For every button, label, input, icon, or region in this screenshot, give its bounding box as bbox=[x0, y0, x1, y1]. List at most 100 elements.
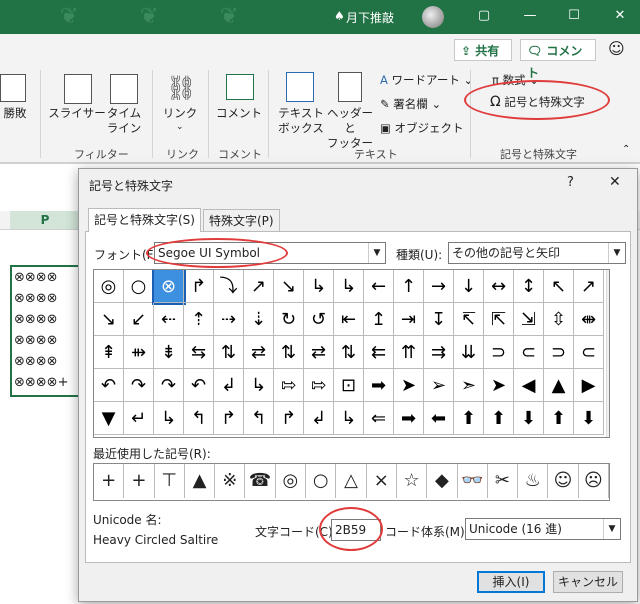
symbol-cell[interactable]: ⇅ bbox=[274, 336, 304, 369]
symbol-cell[interactable]: ⇤ bbox=[334, 303, 364, 336]
symbol-cell[interactable]: ➤ bbox=[394, 369, 424, 402]
symbol-cell[interactable]: ↰ bbox=[184, 402, 214, 435]
recent-symbol-cell[interactable]: ▲ bbox=[185, 464, 216, 498]
scrollbar-thumb[interactable] bbox=[609, 332, 610, 350]
recent-symbol-cell[interactable]: ○ bbox=[306, 464, 337, 498]
recent-symbol-cell[interactable]: ☎ bbox=[245, 464, 276, 498]
symbol-cell[interactable]: ➣ bbox=[454, 369, 484, 402]
symbol-cell[interactable]: ⇱ bbox=[484, 303, 514, 336]
recent-symbols[interactable]: + + ⊤ ▲ ※ ☎ ◎ ○ △ × ☆ ◆ 👓 ✂ ♨ ☺ ☹ bbox=[93, 463, 610, 501]
symbol-cell[interactable]: ⇇ bbox=[364, 336, 394, 369]
symbol-cell[interactable]: ↻ bbox=[274, 303, 304, 336]
symbol-cell[interactable]: ⇅ bbox=[214, 336, 244, 369]
symbol-cell[interactable]: ○ bbox=[124, 270, 154, 303]
cell-column-p[interactable]: ⊗⊗⊗⊗ ⊗⊗⊗⊗ ⊗⊗⊗⊗ ⊗⊗⊗⊗ ⊗⊗⊗⊗ ⊗⊗⊗⊗+ bbox=[14, 267, 68, 393]
collapse-ribbon-icon[interactable]: ⌃ bbox=[622, 144, 630, 155]
timeline-button[interactable]: タイム ライン bbox=[104, 106, 144, 136]
symbol-cell[interactable]: ↸ bbox=[454, 303, 484, 336]
symbol-cell[interactable]: ↳ bbox=[244, 369, 274, 402]
symbol-cell[interactable]: ↶ bbox=[184, 369, 214, 402]
symbol-cell[interactable]: ⇆ bbox=[184, 336, 214, 369]
comments-button[interactable]: 🗨 コメント bbox=[520, 39, 596, 80]
equation-button[interactable]: π 数式 ⌄ bbox=[492, 72, 539, 88]
column-header-p[interactable]: P bbox=[10, 211, 80, 229]
symbol-cell[interactable]: ↲ bbox=[214, 369, 244, 402]
cancel-button[interactable]: キャンセル bbox=[553, 571, 623, 593]
recent-symbol-cell[interactable]: ☹ bbox=[579, 464, 609, 498]
symbol-cell[interactable]: ↷ bbox=[124, 369, 154, 402]
symbol-cell[interactable]: ⇄ bbox=[304, 336, 334, 369]
avatar[interactable] bbox=[422, 6, 444, 28]
symbol-cell[interactable]: ⇥ bbox=[394, 303, 424, 336]
symbol-cell[interactable]: ⊂ bbox=[574, 336, 604, 369]
symbol-cell[interactable]: ⇰ bbox=[274, 369, 304, 402]
symbol-cell[interactable]: ⬆ bbox=[454, 402, 484, 435]
signature-line-button[interactable]: ✎ 署名欄 ⌄ bbox=[380, 96, 441, 112]
symbol-cell[interactable]: ↙ bbox=[124, 303, 154, 336]
symbol-cell[interactable]: ↑ bbox=[394, 270, 424, 303]
symbol-cell[interactable]: ⤵ bbox=[214, 270, 244, 303]
symbol-cell[interactable]: ↘ bbox=[274, 270, 304, 303]
symbol-cell[interactable]: ⇞ bbox=[94, 336, 124, 369]
object-button[interactable]: ▣ オブジェクト bbox=[380, 120, 464, 136]
symbol-grid[interactable]: ◎ ○ ⊗ ↱ ⤵ ↗ ↘ ↳ ↳ ← ↑ → ↓ ↔ ↕ ↖ ↗ ↘ ↙ ⇠ ⇡ ⇢ ⇣ ↻ ↺ ⇤ ↥ ⇥ ↧ ↸ ⇱ ⇲ ⇳ ⇼ ⇞ ⇻ ⇟ ⇆ ⇅ ⇄… bbox=[93, 269, 610, 438]
recent-symbol-cell[interactable]: ☆ bbox=[397, 464, 428, 498]
symbol-cell[interactable]: ↥ bbox=[364, 303, 394, 336]
dialog-close-button[interactable]: ✕ bbox=[609, 174, 621, 190]
recent-symbol-cell[interactable]: ⊤ bbox=[155, 464, 185, 498]
close-window-button[interactable]: ✕ bbox=[610, 6, 630, 26]
tab-special-characters[interactable]: 特殊文字(P) bbox=[203, 209, 280, 232]
recent-symbol-cell[interactable]: ◎ bbox=[276, 464, 307, 498]
symbol-cell[interactable]: ➤ bbox=[484, 369, 514, 402]
symbol-cell[interactable]: ▲ bbox=[544, 369, 574, 402]
symbol-cell[interactable]: ⇢ bbox=[214, 303, 244, 336]
header-footer-button[interactable]: ヘッダーと フッター bbox=[324, 106, 376, 151]
charcode-input[interactable]: 2B59 bbox=[331, 519, 381, 541]
symbol-cell[interactable]: ▶ bbox=[574, 369, 604, 402]
symbol-cell[interactable]: ⇡ bbox=[184, 303, 214, 336]
symbol-cell[interactable]: ⇼ bbox=[574, 303, 604, 336]
symbol-cell[interactable]: ⇟ bbox=[154, 336, 184, 369]
minimize-button[interactable]: — bbox=[520, 6, 540, 26]
sparkline-winloss-button[interactable]: 勝敗 bbox=[0, 106, 30, 121]
symbol-cell[interactable]: ➡ bbox=[394, 402, 424, 435]
symbol-cell[interactable]: ⇐ bbox=[364, 402, 394, 435]
symbol-cell[interactable]: ⬇ bbox=[514, 402, 544, 435]
symbol-button[interactable]: Ω 記号と特殊文字 bbox=[490, 94, 585, 110]
symbol-cell[interactable]: ⬅ bbox=[424, 402, 454, 435]
recent-symbol-cell[interactable]: ◆ bbox=[427, 464, 458, 498]
slicer-button[interactable]: スライサー bbox=[48, 106, 106, 121]
recent-symbol-cell[interactable]: × bbox=[367, 464, 397, 498]
symbol-cell[interactable]: ↕ bbox=[514, 270, 544, 303]
code-system-select[interactable]: Unicode (16 進) ▼ bbox=[465, 518, 621, 540]
recent-symbol-cell[interactable]: ※ bbox=[215, 464, 246, 498]
symbol-cell[interactable]: ▼ bbox=[94, 402, 124, 435]
symbol-cell[interactable]: ↗ bbox=[574, 270, 604, 303]
recent-symbol-cell[interactable]: ♨ bbox=[518, 464, 549, 498]
symbol-cell[interactable]: ↷ bbox=[154, 369, 184, 402]
symbol-cell[interactable]: ↘ bbox=[94, 303, 124, 336]
recent-symbol-cell[interactable]: 👓 bbox=[458, 464, 488, 498]
recent-symbol-cell[interactable]: △ bbox=[336, 464, 367, 498]
font-select[interactable]: Segoe UI Symbol ▼ bbox=[154, 242, 386, 264]
subset-select[interactable]: その他の記号と矢印 ▼ bbox=[448, 242, 626, 264]
symbol-cell[interactable]: ⊗ bbox=[152, 270, 186, 305]
symbol-cell[interactable]: ↱ bbox=[214, 402, 244, 435]
symbol-cell[interactable]: ⬇ bbox=[574, 402, 604, 435]
symbol-cell[interactable]: ⇻ bbox=[124, 336, 154, 369]
symbol-cell[interactable]: ↱ bbox=[184, 270, 214, 303]
symbol-cell[interactable]: ⇣ bbox=[244, 303, 274, 336]
symbol-cell[interactable]: ➢ bbox=[424, 369, 454, 402]
symbol-cell[interactable]: ⇊ bbox=[454, 336, 484, 369]
symbol-cell[interactable]: ⇲ bbox=[514, 303, 544, 336]
symbol-cell[interactable]: ↓ bbox=[454, 270, 484, 303]
symbol-cell[interactable]: ↳ bbox=[304, 270, 334, 303]
tab-symbols[interactable]: 記号と特殊文字(S) bbox=[88, 208, 201, 232]
symbol-cell[interactable]: ◎ bbox=[94, 270, 124, 303]
symbol-grid-scrollbar[interactable] bbox=[606, 270, 610, 437]
symbol-cell[interactable]: ↶ bbox=[94, 369, 124, 402]
symbol-cell[interactable]: ⇄ bbox=[244, 336, 274, 369]
symbol-cell[interactable]: ➡ bbox=[364, 369, 394, 402]
symbol-cell[interactable]: ↱ bbox=[274, 402, 304, 435]
help-button[interactable]: ? bbox=[567, 175, 574, 190]
